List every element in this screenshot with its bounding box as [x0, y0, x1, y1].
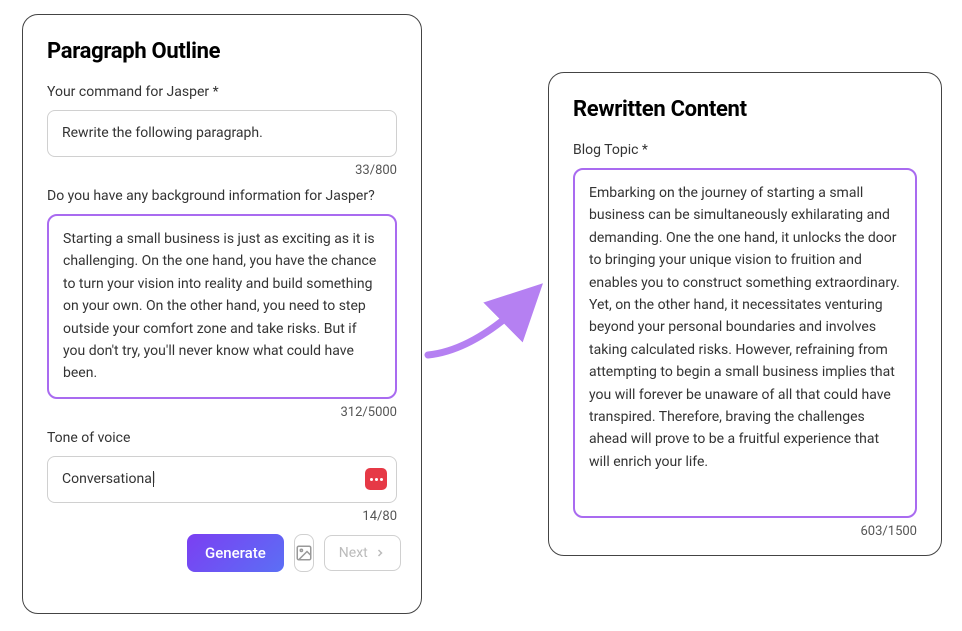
background-counter: 312/5000: [47, 405, 397, 420]
chevron-right-icon: [374, 547, 386, 559]
tone-input[interactable]: Conversational: [47, 456, 397, 503]
paragraph-outline-card: Paragraph Outline Your command for Jaspe…: [22, 14, 422, 614]
command-input[interactable]: Rewrite the following paragraph.: [47, 110, 397, 157]
action-button-row: Generate Next: [47, 534, 397, 572]
generate-button[interactable]: Generate: [187, 534, 284, 572]
tone-value: Conversational: [62, 471, 155, 487]
background-textarea[interactable]: Starting a small business is just as exc…: [47, 214, 397, 399]
rewritten-content-card: Rewritten Content Blog Topic * Embarking…: [548, 72, 942, 556]
tone-label: Tone of voice: [47, 430, 397, 446]
command-counter: 33/800: [47, 163, 397, 178]
arrow-icon: [420, 270, 550, 370]
image-icon: [295, 544, 313, 562]
tone-counter: 14/80: [47, 509, 397, 524]
next-button[interactable]: Next: [324, 535, 401, 571]
blog-topic-textarea[interactable]: Embarking on the journey of starting a s…: [573, 168, 917, 518]
next-label: Next: [339, 545, 368, 561]
tone-badge-icon[interactable]: [365, 468, 387, 490]
command-label: Your command for Jasper *: [47, 84, 397, 100]
paragraph-outline-title: Paragraph Outline: [47, 39, 397, 64]
blog-topic-counter: 603/1500: [573, 524, 917, 539]
rewritten-content-title: Rewritten Content: [573, 97, 917, 122]
blog-topic-label: Blog Topic *: [573, 142, 917, 158]
background-label: Do you have any background information f…: [47, 188, 397, 204]
image-icon-button[interactable]: [294, 534, 314, 572]
